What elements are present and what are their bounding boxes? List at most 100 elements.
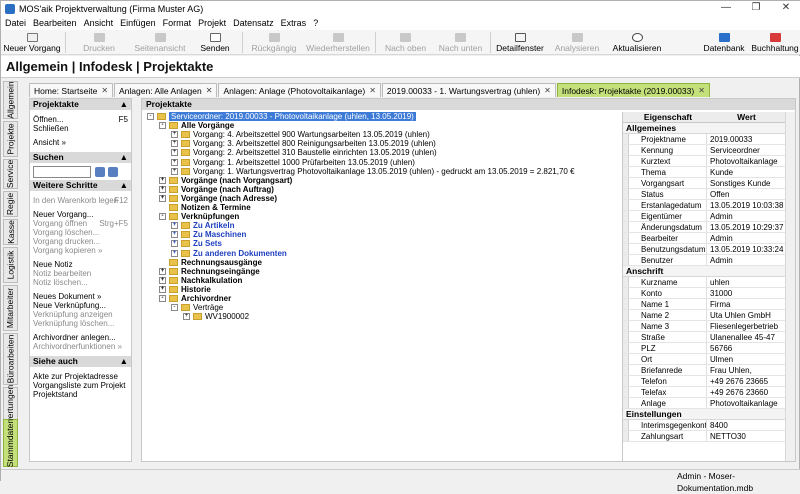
- property-value[interactable]: +49 2676 23665: [707, 376, 786, 386]
- property-value[interactable]: uhlen: [707, 277, 786, 287]
- property-row[interactable]: Briefanrede Frau Uhlen,: [623, 365, 795, 376]
- vtab-allgemein[interactable]: Allgemein: [3, 81, 18, 119]
- expand-node-icon[interactable]: +: [159, 194, 166, 202]
- analyze-button[interactable]: Analysieren: [547, 30, 607, 55]
- property-value[interactable]: Kunde: [707, 167, 786, 177]
- new-vorgang-link[interactable]: Neuer Vorgang...: [30, 210, 131, 219]
- send-button[interactable]: Senden: [190, 30, 240, 55]
- property-value[interactable]: Admin: [707, 255, 786, 265]
- tree-node[interactable]: - Serviceordner: 2019.00033 - Photovoltai…: [147, 112, 416, 121]
- menu-projekt[interactable]: Projekt: [198, 18, 226, 28]
- menu-datensatz[interactable]: Datensatz: [233, 18, 274, 28]
- property-row[interactable]: Anlage Photovoltaikanlage: [623, 398, 795, 409]
- see-also-vorgang-list[interactable]: Vorgangsliste zum Projekt: [30, 381, 131, 390]
- menu-datei[interactable]: Datei: [5, 18, 26, 28]
- property-value[interactable]: Admin: [707, 233, 786, 243]
- property-value[interactable]: 13.05.2019 10:33:24: [707, 244, 786, 254]
- close-tab-icon[interactable]: ✕: [698, 86, 705, 95]
- property-row[interactable]: PLZ 56766: [623, 343, 795, 354]
- section-siehe-auch[interactable]: Siehe auch ▲: [30, 356, 131, 367]
- tree-node[interactable]: + Vorgänge (nach Adresse): [159, 194, 277, 203]
- collapse-icon[interactable]: ▲: [120, 180, 128, 191]
- move-down-button[interactable]: Nach unten: [433, 30, 488, 55]
- edit-note-link[interactable]: Notiz bearbeiten: [30, 269, 131, 278]
- property-row[interactable]: Kurzname uhlen: [623, 277, 795, 288]
- menu-bearbeiten[interactable]: Bearbeiten: [33, 18, 77, 28]
- property-row[interactable]: Benutzungsdatum 13.05.2019 10:33:24: [623, 244, 795, 255]
- accounting-button[interactable]: Buchhaltung: [749, 30, 800, 55]
- expand-node-icon[interactable]: +: [159, 285, 166, 293]
- property-value[interactable]: Ulanenallee 45-47: [707, 332, 786, 342]
- menu-format[interactable]: Format: [163, 18, 192, 28]
- vtab-kasse[interactable]: Kasse: [3, 219, 18, 245]
- see-also-project-status[interactable]: Projektstand: [30, 390, 131, 399]
- detail-window-button[interactable]: Detailfenster: [493, 30, 547, 55]
- property-row[interactable]: Vorgangsart Sonstiges Kunde: [623, 178, 795, 189]
- vtab-projekte[interactable]: Projekte: [3, 121, 18, 157]
- doc-tab-home[interactable]: Home: Startseite ✕: [29, 83, 114, 97]
- open-vorgang-link[interactable]: Vorgang öffnen Strg+F5: [30, 219, 131, 228]
- property-row[interactable]: Interimsgegenkonto 8400: [623, 420, 795, 431]
- collapse-node-icon[interactable]: -: [147, 113, 154, 120]
- property-value[interactable]: Photovoltaikanlage: [707, 398, 786, 408]
- collapse-icon[interactable]: ▲: [120, 99, 128, 110]
- collapse-node-icon[interactable]: -: [159, 122, 166, 130]
- property-value[interactable]: Fliesenlegerbetrieb: [707, 321, 786, 331]
- vtab-stammdaten[interactable]: Stammdaten: [3, 419, 18, 467]
- new-vorgang-button[interactable]: Neuer Vorgang: [1, 30, 63, 55]
- property-row[interactable]: Bearbeiter Admin: [623, 233, 795, 244]
- vtab-mitarbeiter[interactable]: Mitarbeiter: [3, 285, 18, 331]
- property-value[interactable]: 8400: [707, 420, 786, 430]
- close-link[interactable]: Schließen: [30, 124, 131, 133]
- doc-tab-anlage[interactable]: Anlagen: Anlage (Photovoltaikanlage) ✕: [218, 83, 381, 97]
- property-row[interactable]: Benutzer Admin: [623, 255, 795, 266]
- expand-node-icon[interactable]: +: [171, 249, 178, 257]
- close-tab-icon[interactable]: ✕: [369, 86, 376, 95]
- doc-tab-wartungsvertrag[interactable]: 2019.00033 - 1. Wartungsvertrag (uhlen) ✕: [381, 83, 556, 97]
- section-suchen[interactable]: Suchen ▲: [30, 152, 131, 163]
- property-row[interactable]: Telefax +49 2676 23660: [623, 387, 795, 398]
- delete-note-link[interactable]: Notiz löschen...: [30, 278, 131, 287]
- property-category[interactable]: Einstellungen: [623, 409, 795, 420]
- expand-node-icon[interactable]: +: [171, 167, 178, 175]
- tree-node[interactable]: + Vorgang: 1. Arbeitszettel 1000 Prüfarbe…: [171, 158, 415, 167]
- tree-node[interactable]: Notizen & Termine: [159, 203, 251, 212]
- tree-node[interactable]: - Alle Vorgänge: [159, 121, 234, 130]
- property-value[interactable]: Admin: [707, 211, 786, 221]
- property-row[interactable]: Kennung Serviceordner: [623, 145, 795, 156]
- property-row[interactable]: Zahlungsart NETTO30: [623, 431, 795, 442]
- expand-node-icon[interactable]: +: [159, 176, 166, 184]
- expand-node-icon[interactable]: +: [171, 131, 178, 139]
- search-input[interactable]: [33, 166, 91, 178]
- tree-node[interactable]: + Zu Sets: [171, 239, 222, 248]
- property-row[interactable]: Straße Ulanenallee 45-47: [623, 332, 795, 343]
- tree-node[interactable]: + Zu Maschinen: [171, 230, 246, 239]
- delete-vorgang-link[interactable]: Vorgang löschen...: [30, 228, 131, 237]
- close-tab-icon[interactable]: ✕: [101, 86, 108, 95]
- create-archive-folder-link[interactable]: Archivordner anlegen...: [30, 333, 131, 342]
- open-link[interactable]: Öffnen... F5: [30, 115, 131, 124]
- property-scrollbar[interactable]: [785, 112, 795, 461]
- new-link-link[interactable]: Neue Verknüpfung...: [30, 301, 131, 310]
- section-projektakte[interactable]: Projektakte ▲: [30, 99, 131, 110]
- add-to-cart-link[interactable]: In den Warenkorb legen F12: [30, 196, 131, 205]
- tree-node[interactable]: + Vorgang: 1. Wartungsvertrag Photovoltai…: [171, 167, 575, 176]
- expand-node-icon[interactable]: +: [171, 149, 178, 157]
- property-row[interactable]: Kurztext Photovoltaikanlage: [623, 156, 795, 167]
- close-button[interactable]: ✕: [771, 1, 800, 16]
- collapse-node-icon[interactable]: -: [159, 295, 166, 302]
- doc-tab-alle-anlagen[interactable]: Anlagen: Alle Anlagen ✕: [114, 83, 218, 97]
- vtab-logistik[interactable]: Logistik: [3, 247, 18, 283]
- show-link-link[interactable]: Verknüpfung anzeigen: [30, 310, 131, 319]
- property-value[interactable]: Firma: [707, 299, 786, 309]
- property-row[interactable]: Eigentümer Admin: [623, 211, 795, 222]
- tree-node[interactable]: + Nachkalkulation: [159, 276, 242, 285]
- property-value[interactable]: Serviceordner: [707, 145, 786, 155]
- refresh-button[interactable]: Aktualisieren: [607, 30, 667, 55]
- menu-ansicht[interactable]: Ansicht: [84, 18, 114, 28]
- expand-node-icon[interactable]: +: [171, 222, 178, 230]
- collapse-node-icon[interactable]: -: [159, 213, 166, 221]
- property-value[interactable]: Sonstiges Kunde: [707, 178, 786, 188]
- redo-button[interactable]: Wiederherstellen: [303, 30, 373, 55]
- vtab-service[interactable]: Service: [3, 159, 18, 189]
